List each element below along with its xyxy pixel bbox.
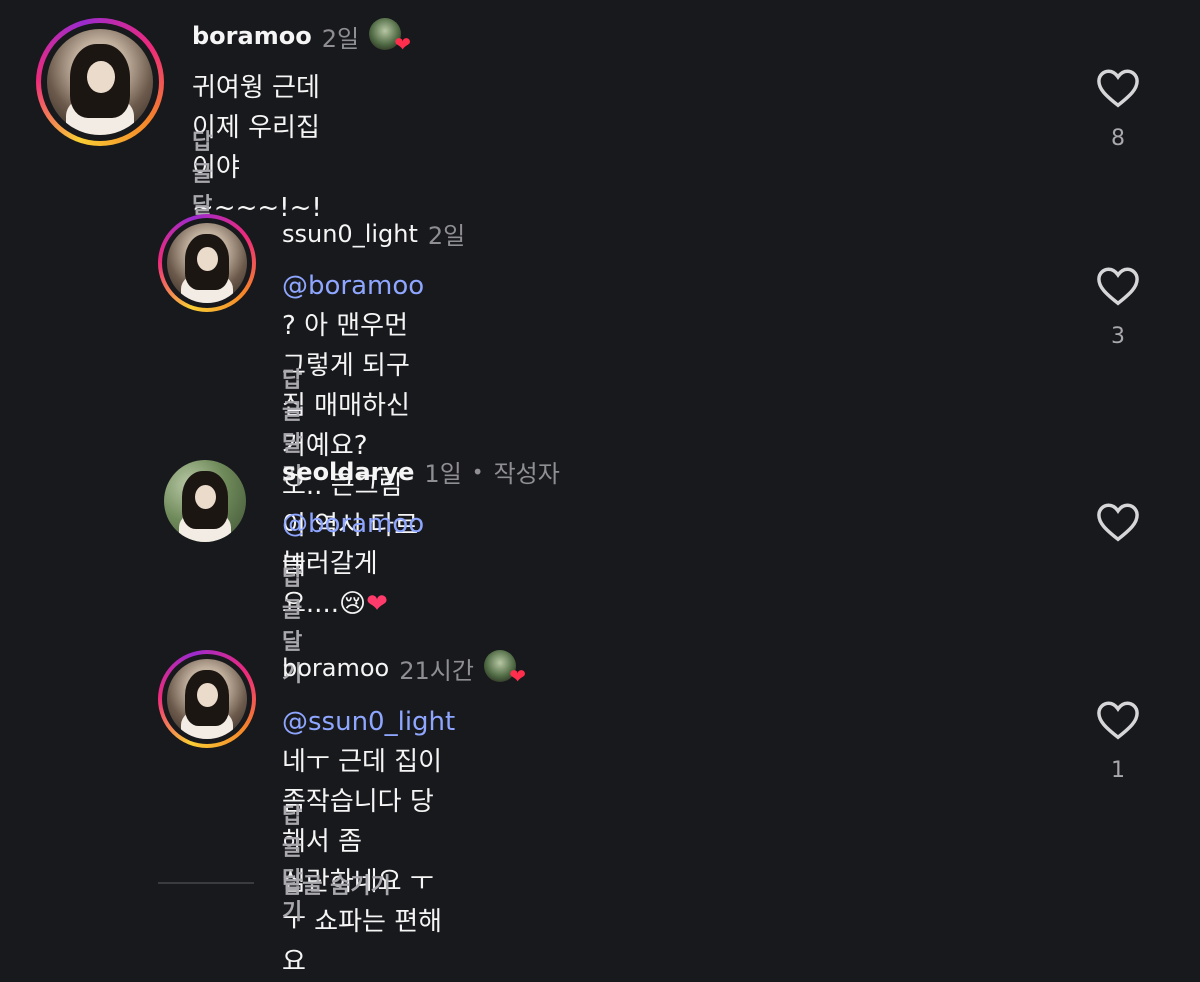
avatar-ssun0-light[interactable] — [158, 214, 256, 312]
mention-link[interactable]: @boramoo — [282, 271, 424, 301]
comment-time: 1일 — [424, 460, 462, 488]
hide-replies-divider — [158, 882, 254, 884]
comment-username[interactable]: boramoo — [282, 654, 389, 682]
comment-username[interactable]: seoldarye — [282, 458, 414, 486]
comment-username[interactable]: ssun0_light — [282, 220, 418, 248]
liked-by-author-icon: ❤ — [483, 650, 526, 686]
comment-time: 2일 — [427, 222, 466, 250]
like-button[interactable] — [1094, 502, 1142, 542]
like-count: 3 — [1111, 324, 1125, 349]
heart-outline-icon — [1097, 69, 1139, 108]
like-count: 1 — [1111, 758, 1125, 783]
hide-replies-button[interactable]: 답글 숨기기 — [282, 868, 391, 900]
like-button[interactable] — [1094, 266, 1142, 306]
avatar-boramoo[interactable] — [36, 18, 164, 146]
author-badge: 작성자 — [493, 460, 560, 488]
comment-time: 2일 — [321, 24, 360, 53]
heart-outline-icon — [1097, 503, 1139, 542]
comment-text: @ssun0_light 네ㅜ 근데 집이좀작습니다 당해서 좀 심란하네요 ㅜ… — [282, 707, 456, 977]
avatar-boramoo[interactable] — [158, 650, 256, 748]
like-button[interactable] — [1094, 68, 1142, 108]
avatar-seoldarye[interactable] — [164, 460, 246, 542]
heart-outline-icon — [1097, 267, 1139, 306]
liked-by-author-icon: ❤ — [369, 18, 411, 54]
comment-text: @boramoo 놀러갈게요....😢❤ — [282, 504, 424, 624]
heart-outline-icon — [1097, 701, 1139, 740]
comment-username[interactable]: boramoo — [192, 22, 312, 50]
mention-link[interactable]: @ssun0_light — [282, 707, 455, 737]
like-count: 8 — [1111, 126, 1125, 151]
like-button[interactable] — [1094, 700, 1142, 740]
reply-button[interactable]: 답글 달기 — [282, 798, 302, 926]
mention-link[interactable]: @boramoo — [282, 509, 424, 539]
comment-time: 21시간 — [399, 656, 474, 685]
heart-red-icon: ❤ — [366, 589, 388, 619]
separator-dot: • — [471, 459, 484, 484]
crying-face-emoji: 😢 — [338, 589, 367, 619]
